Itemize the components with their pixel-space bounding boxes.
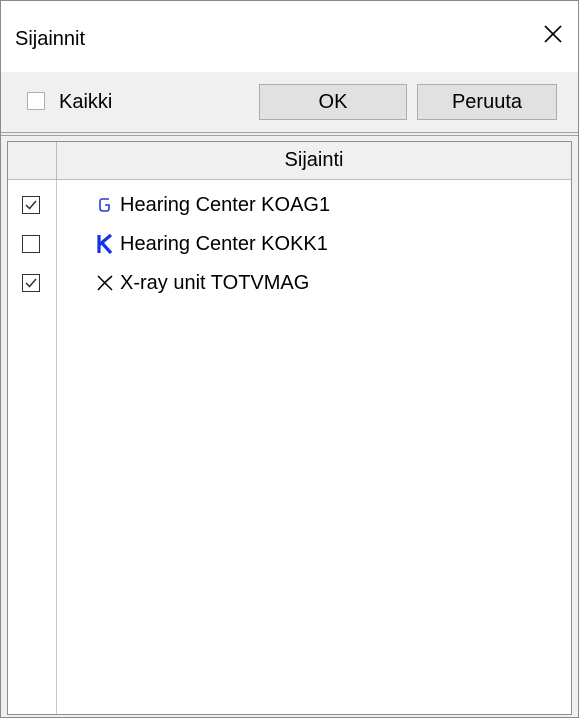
cancel-button[interactable]: Peruuta <box>417 84 557 120</box>
row-label: Hearing Center KOKK1 <box>120 233 328 255</box>
locations-dialog: Sijainnit Kaikki OK Peruuta Sijainti Hea… <box>0 0 579 718</box>
checkbox-column-header[interactable] <box>8 142 56 179</box>
separator <box>1 132 578 133</box>
locations-table: Sijainti Hearing Center KOAG1 Hearing Ce… <box>7 141 572 715</box>
checkmark-icon <box>25 200 37 210</box>
row-label: Hearing Center KOAG1 <box>120 194 331 216</box>
g-letter-icon <box>99 198 110 212</box>
toolbar: Kaikki OK Peruuta <box>1 72 578 132</box>
separator <box>1 135 578 136</box>
window-title: Sijainnit <box>15 28 86 50</box>
row-checkbox[interactable] <box>22 235 40 253</box>
select-all-checkbox[interactable] <box>27 92 45 110</box>
row-checkbox[interactable] <box>22 274 40 292</box>
table-row[interactable]: X-ray unit TOTVMAG <box>8 264 571 302</box>
row-checkbox[interactable] <box>22 196 40 214</box>
table-header: Sijainti <box>8 142 571 180</box>
location-column-header[interactable]: Sijainti <box>57 142 571 179</box>
k-letter-icon <box>97 233 113 255</box>
row-label: X-ray unit TOTVMAG <box>120 272 310 294</box>
x-cross-icon <box>97 275 113 291</box>
ok-button[interactable]: OK <box>259 84 407 120</box>
close-icon[interactable] <box>542 23 564 45</box>
title-bar: Sijainnit <box>1 1 578 79</box>
checkmark-icon <box>25 278 37 288</box>
select-all-label: Kaikki <box>59 91 113 113</box>
table-row[interactable]: Hearing Center KOAG1 <box>8 186 571 224</box>
table-row[interactable]: Hearing Center KOKK1 <box>8 225 571 263</box>
